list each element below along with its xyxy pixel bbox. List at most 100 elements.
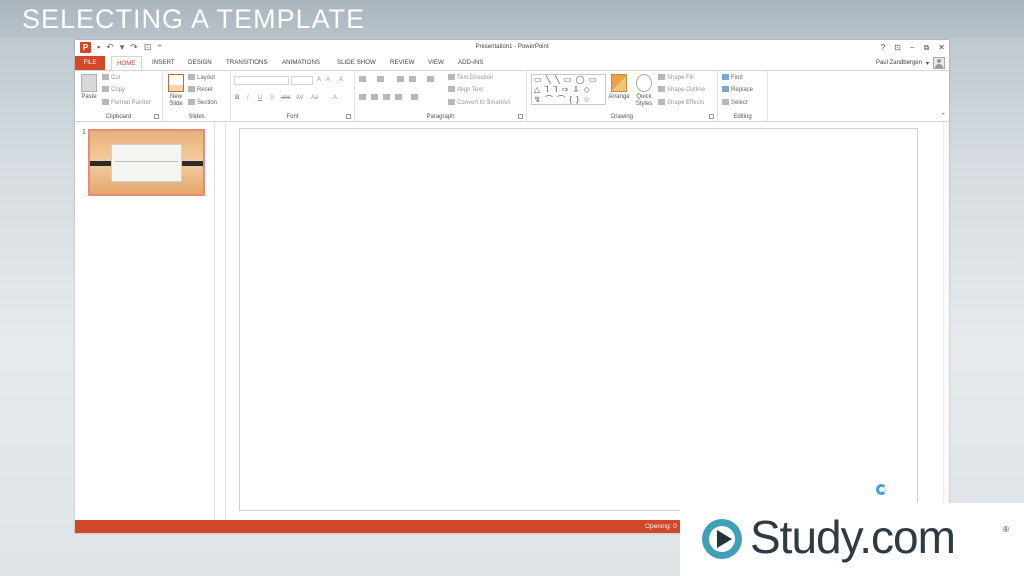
tab-design[interactable]: DESIGN [188, 56, 212, 70]
bullets-button[interactable] [359, 76, 368, 84]
help-icon[interactable]: ? [881, 43, 885, 53]
line-spacing-button[interactable] [427, 76, 436, 84]
new-slide-label-2: Slide [169, 101, 183, 107]
font-name-select[interactable] [234, 76, 289, 85]
copy-button[interactable]: Copy [102, 86, 125, 94]
logo-text: Study.com [750, 511, 956, 563]
shrink-font-button[interactable]: A [326, 76, 330, 84]
collapse-ribbon-icon[interactable]: ⌃ [940, 112, 946, 120]
registered-mark: ® [1003, 525, 1009, 534]
pane-divider[interactable] [225, 122, 226, 520]
shape-effects-button[interactable]: Shape Effects [658, 99, 704, 107]
scissors-icon [102, 74, 109, 80]
close-icon[interactable]: ✕ [938, 43, 945, 53]
drawing-dialog-launcher-icon[interactable] [709, 114, 714, 119]
paragraph-dialog-launcher-icon[interactable] [518, 114, 523, 119]
slide-editing-canvas[interactable] [239, 128, 918, 511]
bullets-icon [359, 76, 366, 82]
window-controls: ? ⊡ − ⧉ ✕ [881, 43, 945, 53]
quick-styles-button[interactable]: Quick Styles [633, 74, 655, 108]
align-text-icon [448, 86, 455, 92]
text-shadow-button[interactable]: S [270, 94, 274, 102]
justify-icon [395, 94, 402, 100]
columns-button[interactable] [411, 94, 420, 102]
increase-indent-button[interactable] [409, 76, 418, 84]
slide-thumbnail-pane[interactable]: 1 [75, 122, 215, 520]
study-com-logo: Study.com ® [680, 503, 1024, 576]
avatar[interactable] [933, 57, 945, 69]
shapes-row-3[interactable]: ↯ ⌒ ⌒ { } ☆ [534, 95, 605, 104]
paragraph-group-label: Paragraph [426, 114, 455, 120]
play-icon [702, 519, 742, 559]
clipboard-group: Paste Cut Copy Format Painter Clipboard [75, 71, 163, 121]
format-painter-icon [102, 99, 109, 105]
shape-effects-icon [658, 99, 665, 105]
font-color-button[interactable]: A [333, 94, 337, 102]
clear-formatting-button[interactable]: A [339, 76, 343, 84]
tab-view[interactable]: VIEW [428, 56, 444, 70]
line-spacing-icon [427, 76, 434, 82]
tab-animations[interactable]: ANIMATIONS [282, 56, 320, 70]
paste-icon [81, 74, 97, 92]
tab-add-ins[interactable]: ADD-INS [458, 56, 483, 70]
user-name[interactable]: Paul Zandbergen [876, 60, 922, 66]
change-case-button[interactable]: Aa [311, 94, 318, 102]
bold-button[interactable]: B [235, 94, 239, 102]
align-right-button[interactable] [383, 94, 392, 102]
character-spacing-button[interactable]: AV [296, 94, 304, 102]
find-button[interactable]: Find [722, 74, 743, 82]
font-dialog-launcher-icon[interactable] [346, 114, 351, 119]
restore-icon[interactable]: ⧉ [924, 43, 930, 53]
align-left-button[interactable] [359, 94, 368, 102]
paste-button[interactable]: Paste [80, 74, 98, 101]
section-button[interactable]: Section [188, 99, 217, 107]
arrange-button[interactable]: Arrange [608, 74, 630, 101]
layout-button[interactable]: Layout [188, 74, 215, 82]
text-direction-icon [448, 74, 455, 80]
tab-home[interactable]: HOME [111, 56, 142, 70]
convert-smartart-button[interactable]: Convert to SmartArt [448, 99, 510, 107]
slide-thumbnail[interactable] [88, 129, 205, 196]
font-size-select[interactable] [291, 76, 313, 85]
select-button[interactable]: Select [722, 99, 748, 107]
clipboard-dialog-launcher-icon[interactable] [154, 114, 159, 119]
italic-button[interactable]: I [247, 94, 249, 102]
align-center-icon [371, 94, 378, 100]
strikethrough-button[interactable]: abc [281, 94, 291, 102]
cut-button[interactable]: Cut [102, 74, 120, 82]
justify-button[interactable] [395, 94, 404, 102]
increase-indent-icon [409, 76, 416, 82]
tab-insert[interactable]: INSERT [152, 56, 175, 70]
grow-font-button[interactable]: A [317, 76, 321, 84]
shape-fill-button[interactable]: Shape Fill [658, 74, 694, 82]
shapes-row-1[interactable]: ▭ ╲ ╲ ▭ ◯ ▭ [534, 75, 605, 85]
user-account[interactable]: Paul Zandbergen ▾ [876, 57, 945, 69]
ribbon: Paste Cut Copy Format Painter Clipboard … [75, 70, 949, 122]
font-group: A A A B I U S abc AV Aa A Font [231, 71, 355, 121]
underline-button[interactable]: U [258, 94, 262, 102]
vertical-scrollbar[interactable] [943, 122, 949, 520]
tab-transitions[interactable]: TRANSITIONS [226, 56, 268, 70]
tab-file[interactable]: FILE [75, 56, 105, 70]
tab-slide-show[interactable]: SLIDE SHOW [337, 56, 376, 70]
align-center-button[interactable] [371, 94, 380, 102]
reset-button[interactable]: Reset [188, 86, 213, 94]
align-text-button[interactable]: Align Text [448, 86, 483, 94]
shapes-row-2[interactable]: △ ⅂ ⅂ ⇨ ⇩ ◇ [534, 85, 605, 95]
new-slide-button[interactable]: New Slide [166, 74, 186, 108]
clipboard-group-label: Clipboard [105, 114, 132, 120]
tab-review[interactable]: REVIEW [390, 56, 414, 70]
format-painter-button[interactable]: Format Painter [102, 99, 151, 107]
minimize-icon[interactable]: − [910, 43, 915, 53]
user-caret-icon[interactable]: ▾ [926, 60, 929, 67]
shapes-gallery[interactable]: ▭ ╲ ╲ ▭ ◯ ▭ △ ⅂ ⅂ ⇨ ⇩ ◇ ↯ ⌒ ⌒ { } ☆ [531, 74, 606, 105]
replace-button[interactable]: Replace [722, 86, 753, 94]
numbering-button[interactable] [377, 76, 386, 84]
columns-icon [411, 94, 418, 100]
shape-outline-button[interactable]: Shape Outline [658, 86, 705, 94]
ribbon-display-options-icon[interactable]: ⊡ [894, 43, 901, 53]
editing-group: Find Replace Select Editing [718, 71, 768, 121]
text-direction-button[interactable]: Text Direction [448, 74, 493, 82]
decrease-indent-button[interactable] [397, 76, 406, 84]
new-slide-icon [168, 74, 184, 92]
